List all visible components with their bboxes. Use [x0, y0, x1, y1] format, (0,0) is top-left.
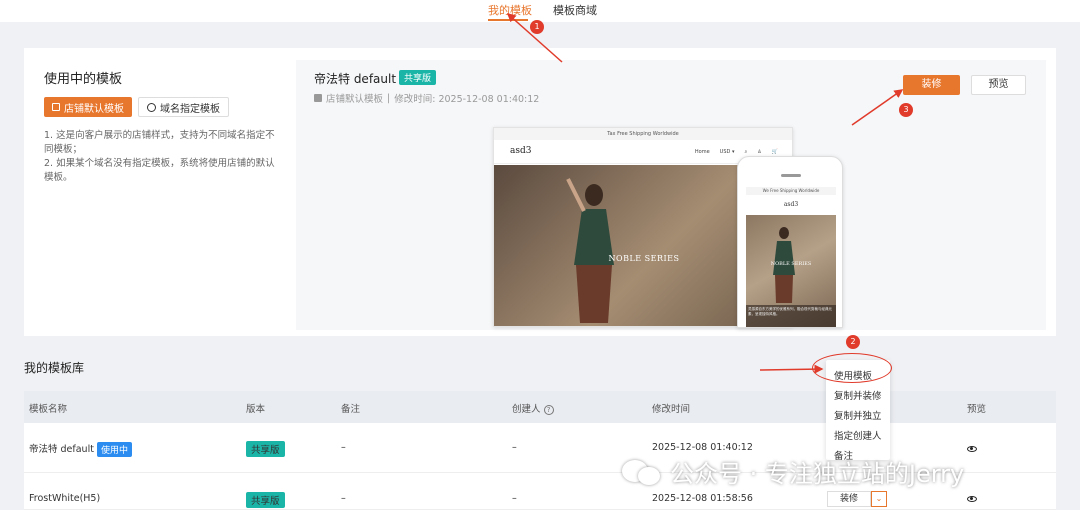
tip-1: 1. 这是向客户展示的店铺样式，支持为不同域名指定不同模板；: [44, 130, 275, 155]
help-icon[interactable]: ?: [543, 404, 554, 415]
phone-hero-image: NOBLE SERIES 灵感源自东方美学的优雅系列，融合现代剪裁与经典元素，呈…: [746, 215, 836, 327]
row-creator: –: [512, 442, 517, 453]
library-title: 我的模板库: [24, 361, 85, 375]
menu-assign-creator[interactable]: 指定创建人: [834, 428, 882, 442]
col-creator-label: 创建人: [512, 404, 541, 415]
row-name: 帝法特 default 使用中: [29, 441, 132, 457]
mock-nav: Home USD ▾ ⌕ ♙ 🛒: [695, 149, 778, 155]
chevron-down-icon[interactable]: ⌄: [871, 491, 887, 507]
shared-badge: 共享版: [399, 70, 437, 85]
row-name-text: 帝法特 default: [29, 444, 94, 455]
search-icon: ⌕: [744, 149, 748, 155]
col-note: 备注: [341, 404, 361, 415]
mock-announcement-bar: Tax Free Shipping Worldwide: [494, 128, 792, 140]
phone-brand: asd3: [783, 201, 799, 208]
store-icon: [52, 103, 60, 111]
meta-time: 修改时间: 2025-12-08 01:40:12: [394, 94, 540, 105]
row-creator: –: [512, 493, 517, 504]
highlight-ellipse: [812, 353, 892, 383]
mock-hero-text: NOBLE SERIES: [608, 254, 680, 263]
row-modified: 2025-12-08 01:58:56: [652, 493, 753, 504]
eye-icon[interactable]: [967, 496, 977, 502]
model-figure: [566, 178, 614, 323]
tips: 1. 这是向客户展示的店铺样式，支持为不同域名指定不同模板； 2. 如果某个域名…: [44, 129, 284, 185]
store-default-template-button[interactable]: 店铺默认模板: [44, 97, 132, 117]
menu-copy-decorate[interactable]: 复制并装修: [834, 388, 882, 402]
col-modified: 修改时间: [652, 404, 691, 415]
domain-template-button[interactable]: 域名指定模板: [138, 97, 229, 117]
decorate-button[interactable]: 装修: [903, 75, 960, 95]
current-template-info: 使用中的模板 店铺默认模板 域名指定模板 1. 这是向客户展示的店铺样式，支持为…: [44, 68, 284, 185]
row-name: FrostWhite(H5): [29, 493, 101, 504]
tab-template-store[interactable]: 模板商域: [553, 2, 597, 18]
row-decorate-button[interactable]: 装修: [827, 491, 871, 507]
tip-2: 2. 如果某个域名没有指定模板，系统将使用店铺的默认模板。: [44, 158, 275, 183]
phone-caption: 灵感源自东方美学的优雅系列，融合现代剪裁与经典元素，呈现独特风格。: [746, 305, 836, 327]
step-1-marker: 1: [530, 20, 544, 34]
wechat-icon: [620, 458, 664, 486]
col-version: 版本: [246, 404, 266, 415]
watermark-text: 公众号 · 专注独立站的Jerry: [670, 460, 965, 488]
active-tab-indicator: [488, 19, 528, 21]
watermark: 公众号 · 专注独立站的Jerry: [620, 454, 964, 489]
meta-divider: |: [387, 92, 391, 104]
template-name: 帝法特 default: [314, 72, 397, 86]
phone-announcement-bar: We Free Shipping Worldwide: [746, 187, 836, 195]
globe-icon: [147, 102, 156, 112]
user-icon: ♙: [757, 149, 762, 155]
domain-template-label: 域名指定模板: [160, 103, 220, 115]
step-2-marker: 2: [846, 335, 860, 349]
mock-nav-home: Home: [694, 149, 710, 155]
mobile-preview-mockup: We Free Shipping Worldwide asd3 NOBLE SE…: [737, 156, 843, 328]
top-nav: 我的模板 模板商域: [0, 0, 1080, 22]
store-default-label: 店铺默认模板: [64, 103, 124, 115]
col-preview: 预览: [967, 404, 987, 415]
row-version-badge: 共享版: [246, 492, 285, 508]
mock-nav-currency: USD ▾: [719, 149, 735, 155]
col-creator: 创建人 ?: [512, 401, 554, 415]
table-header: 模板名称 版本 备注 创建人 ? 修改时间 预览: [24, 391, 1056, 423]
col-name: 模板名称: [29, 404, 68, 415]
step-3-marker: 3: [899, 103, 913, 117]
row-version-badge: 共享版: [246, 441, 285, 457]
store-icon: [314, 94, 322, 102]
eye-icon[interactable]: [967, 446, 977, 452]
row-note: –: [341, 493, 346, 504]
menu-copy-independent[interactable]: 复制并独立: [834, 408, 882, 422]
template-meta: 店铺默认模板 | 修改时间: 2025-12-08 01:40:12: [314, 91, 539, 105]
preview-button[interactable]: 预览: [971, 75, 1026, 95]
meta-type: 店铺默认模板: [326, 94, 384, 105]
section-title: 使用中的模板: [44, 72, 123, 87]
tab-my-templates[interactable]: 我的模板: [488, 2, 532, 18]
row-note: –: [341, 442, 346, 453]
cart-icon: 🛒: [771, 149, 778, 155]
template-library-table: 模板名称 版本 备注 创建人 ? 修改时间 预览 帝法特 default 使用中 …: [24, 391, 1056, 510]
mock-brand: asd3: [510, 146, 532, 156]
phone-hero-text: NOBLE SERIES: [770, 261, 812, 267]
phone-speaker: [781, 174, 801, 177]
row-modified: 2025-12-08 01:40:12: [652, 442, 753, 453]
in-use-badge: 使用中: [96, 442, 132, 457]
